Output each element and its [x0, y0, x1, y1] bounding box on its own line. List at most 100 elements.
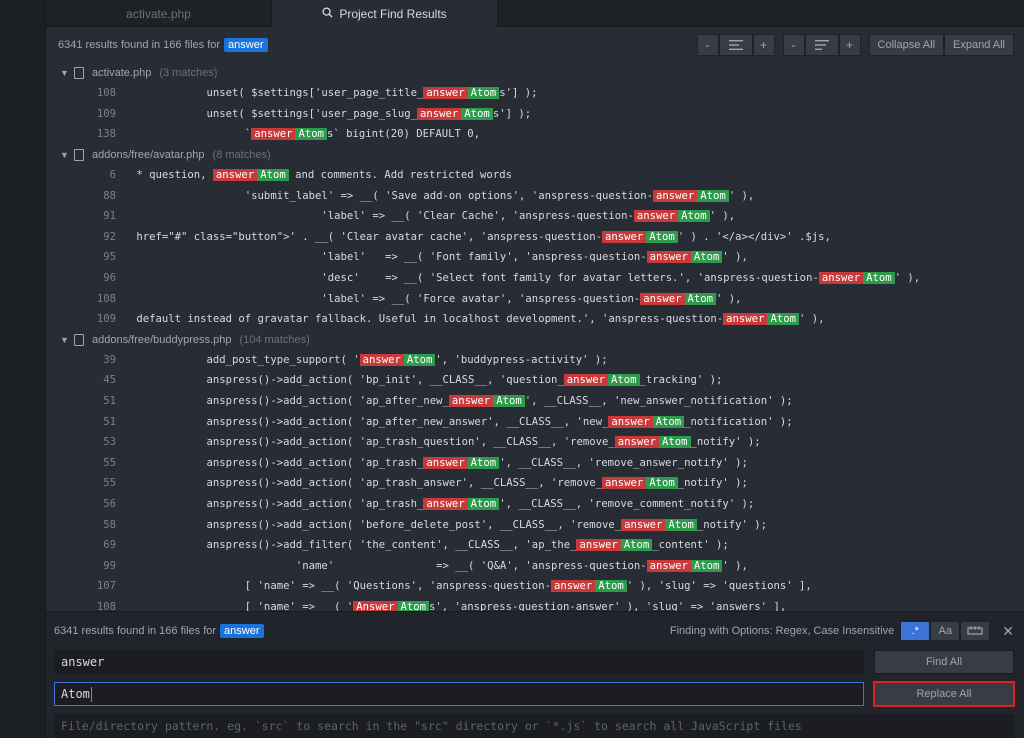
match-code: anspress()->add_action( 'bp_init', __CLA…	[130, 374, 722, 387]
match-code: anspress()->add_action( 'ap_trash_answer…	[130, 456, 748, 469]
match-row[interactable]: 39 add_post_type_support( ' answer Atom ', …	[46, 350, 1024, 371]
match-replacement-text: Atom	[397, 600, 430, 611]
collapse-all-button[interactable]: Collapse All	[868, 34, 945, 56]
file-icon	[74, 148, 84, 161]
match-row[interactable]: 6 * question, answer Atom and comments. A…	[46, 165, 1024, 186]
match-row[interactable]: 138 ` answer Atom s` bigint(20) DEFAULT 0,	[46, 124, 1024, 145]
file-result-header[interactable]: ▼ activate.php (3 matches)	[46, 63, 1024, 83]
context-lines-icon[interactable]	[718, 34, 753, 56]
text-caret	[90, 686, 92, 702]
code-text: anspress()->add_action( 'ap_trash_	[130, 497, 424, 510]
file-result-header[interactable]: ▼ addons/free/avatar.php (8 matches)	[46, 145, 1024, 165]
match-row[interactable]: 108 [ 'name' => __( ' Answer Atom s', 'ansp…	[46, 597, 1024, 611]
find-panel-header: 6341 results found in 166 files for answ…	[46, 612, 1024, 650]
chevron-down-icon[interactable]: ▼	[60, 335, 70, 345]
match-row[interactable]: 53 anspress()->add_action( 'ap_trash_que…	[46, 432, 1024, 453]
find-term-badge: answer	[220, 624, 264, 638]
after-context-lines-icon[interactable]	[804, 34, 839, 56]
match-replacement-text: Atom	[403, 353, 436, 366]
match-old-text: answer	[646, 251, 691, 264]
code-text: 'label' => __( 'Font family', 'anspress-…	[130, 251, 647, 264]
case-sensitive-toggle[interactable]: Aa	[930, 621, 961, 641]
match-old-text: answer	[359, 353, 404, 366]
line-number: 95	[103, 251, 116, 264]
match-code: ` answer Atom s` bigint(20) DEFAULT 0,	[130, 128, 480, 141]
tab-project-find-results[interactable]: Project Find Results	[272, 0, 498, 27]
match-replacement-text: Atom	[863, 272, 895, 285]
match-old-text: answer	[818, 272, 864, 285]
match-code: add_post_type_support( ' answer Atom ', 'bu…	[130, 353, 608, 366]
whole-word-toggle[interactable]	[960, 621, 991, 641]
match-row[interactable]: 88 'submit_label' => __( 'Save add-on op…	[46, 185, 1024, 206]
tab-label: activate.php	[126, 6, 191, 21]
expand-all-button[interactable]: Expand All	[944, 34, 1014, 56]
match-row[interactable]: 55 anspress()->add_action( 'ap_trash_ans…	[46, 453, 1024, 474]
match-row[interactable]: 56 anspress()->add_action( 'ap_trash_ ans…	[46, 494, 1024, 515]
match-row[interactable]: 69 anspress()->add_filter( 'the_content'…	[46, 535, 1024, 556]
regex-toggle[interactable]: .*	[900, 621, 931, 641]
code-text: [ 'name' => __( '	[130, 600, 354, 611]
match-row[interactable]: 99 'name' => __( 'Q&A', 'anspress-questi…	[46, 555, 1024, 576]
increase-context-button[interactable]: +	[752, 34, 775, 56]
file-icon	[74, 333, 84, 346]
match-row[interactable]: 51 anspress()->add_action( 'ap_after_new…	[46, 391, 1024, 412]
line-number: 96	[103, 272, 116, 285]
match-row[interactable]: 92 href="#" class="button">' . __( 'Clea…	[46, 227, 1024, 248]
result-view-group-2: - +	[782, 34, 861, 56]
code-text: 'label' => __( 'Force avatar', 'anspress…	[130, 292, 641, 305]
match-row[interactable]: 108 unset( $settings['user_page_title_ an…	[46, 83, 1024, 104]
close-icon[interactable]: ✕	[1002, 623, 1014, 640]
match-row[interactable]: 96 'desc' => __( 'Select font family for…	[46, 268, 1024, 289]
match-replacement-text: Atom	[467, 456, 500, 469]
tab-activate-php[interactable]: activate.php	[46, 0, 272, 27]
decrease-after-context-button[interactable]: -	[782, 34, 805, 56]
code-text: _notification' );	[684, 415, 793, 428]
line-number: 58	[103, 518, 116, 531]
match-old-text: answer	[614, 436, 660, 449]
find-input[interactable]: answer	[54, 650, 864, 674]
results-header: 6341 results found in 166 files for answ…	[46, 27, 1024, 63]
code-text: _notify' );	[690, 436, 761, 449]
match-code: anspress()->add_action( 'before_delete_p…	[130, 518, 767, 531]
increase-after-context-button[interactable]: +	[838, 34, 861, 56]
match-row[interactable]: 55 anspress()->add_action( 'ap_trash_ans…	[46, 473, 1024, 494]
find-all-button[interactable]: Find All	[874, 650, 1014, 674]
match-old-text: answer	[621, 518, 666, 531]
match-replacement-text: Atom	[665, 518, 697, 531]
match-row[interactable]: 109 default instead of gravatar fallback…	[46, 309, 1024, 330]
file-result-header[interactable]: ▼ addons/free/buddypress.php (104 matches)	[46, 330, 1024, 350]
match-row[interactable]: 91 'label' => __( 'Clear Cache', 'anspre…	[46, 206, 1024, 227]
code-text: 'submit_label' => __( 'Save add-on optio…	[130, 189, 653, 202]
chevron-down-icon[interactable]: ▼	[60, 68, 70, 78]
replace-all-button[interactable]: Replace All	[873, 681, 1015, 707]
decrease-context-button[interactable]: -	[696, 34, 719, 56]
match-row[interactable]: 58 anspress()->add_action( 'before_delet…	[46, 514, 1024, 535]
match-row[interactable]: 51 anspress()->add_action( 'ap_after_new…	[46, 411, 1024, 432]
path-pattern-input[interactable]: File/directory pattern. eg. `src` to sea…	[54, 714, 1014, 738]
match-old-text: answer	[646, 559, 691, 572]
match-old-text: answer	[417, 107, 462, 120]
replace-input[interactable]: Atom	[54, 682, 864, 706]
match-old-text: answer	[601, 477, 647, 490]
match-row[interactable]: 45 anspress()->add_action( 'bp_init', __…	[46, 370, 1024, 391]
match-old-text: answer	[448, 395, 494, 408]
code-text: ' ),	[728, 189, 755, 202]
find-summary: 6341 results found in 166 files for	[54, 625, 217, 637]
code-text: anspress()->add_action( 'ap_after_new_an…	[130, 415, 609, 428]
code-text: ' ),	[894, 272, 921, 285]
match-code: anspress()->add_filter( 'the_content', _…	[130, 539, 729, 552]
line-number: 51	[103, 415, 116, 428]
match-replacement-text: Atom	[646, 230, 678, 243]
match-row[interactable]: 108 'label' => __( 'Force avatar', 'ansp…	[46, 288, 1024, 309]
match-old-text: answer	[653, 189, 698, 202]
match-row[interactable]: 107 [ 'name' => __( 'Questions', 'anspre…	[46, 576, 1024, 597]
line-number: 108	[96, 292, 116, 305]
match-row[interactable]: 95 'label' => __( 'Font family', 'anspre…	[46, 247, 1024, 268]
match-code: anspress()->add_action( 'ap_trash_answer…	[130, 477, 748, 490]
chevron-down-icon[interactable]: ▼	[60, 150, 70, 160]
match-replacement-text: Atom	[678, 210, 710, 223]
line-number: 39	[103, 353, 116, 366]
match-count: (8 matches)	[212, 148, 271, 161]
match-row[interactable]: 109 unset( $settings['user_page_slug_ ans…	[46, 104, 1024, 125]
code-text: s'] );	[499, 87, 538, 100]
